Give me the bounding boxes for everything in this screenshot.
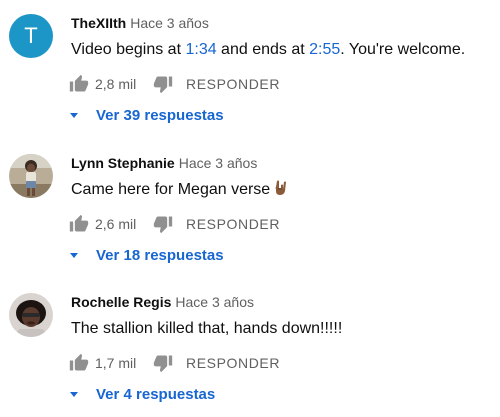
reply-button[interactable]: RESPONDER [186, 355, 280, 371]
avatar[interactable]: T [9, 14, 53, 58]
avatar-photo [9, 154, 53, 198]
thumbs-up-icon [69, 214, 89, 232]
avatar-letter: T [24, 23, 38, 48]
comment-header: Lynn Stephanie Hace 3 años [71, 154, 257, 172]
comment-header: Rochelle Regis Hace 3 años [71, 293, 254, 311]
dislike-button[interactable] [153, 74, 173, 94]
reply-button[interactable]: RESPONDER [186, 216, 280, 232]
thumbs-down-icon [153, 216, 173, 234]
comment-text-part: . You're welcome. [340, 41, 466, 58]
author-name[interactable]: Lynn Stephanie [71, 155, 175, 171]
like-button[interactable] [69, 214, 89, 234]
timestamp-link[interactable]: 1:34 [185, 41, 216, 58]
comment-text: Came here for Megan verse [71, 180, 287, 202]
author-name[interactable]: Rochelle Regis [71, 294, 171, 310]
comment-text-part: Video begins at [71, 41, 186, 58]
caret-down-icon [70, 391, 78, 397]
like-button[interactable] [69, 353, 89, 373]
comment-text-part: and ends at [216, 41, 310, 58]
dislike-button[interactable] [153, 214, 173, 234]
avatar[interactable] [9, 154, 53, 198]
reply-button[interactable]: RESPONDER [186, 76, 280, 92]
comment-thread: Rochelle Regis Hace 3 años The stallion k… [0, 279, 500, 417]
comment-time[interactable]: Hace 3 años [179, 155, 258, 171]
thumbs-up-icon [69, 353, 89, 371]
comment-time[interactable]: Hace 3 años [130, 15, 209, 31]
thumbs-up-icon [69, 74, 89, 92]
like-count: 2,8 mil [95, 76, 137, 92]
thumbs-down-icon [153, 355, 173, 373]
like-count: 1,7 mil [95, 355, 137, 371]
view-replies-button[interactable]: Ver 18 respuestas [68, 245, 224, 265]
like-button[interactable] [69, 74, 89, 94]
comment-text: Video begins at 1:34 and ends at 2:55. Y… [71, 40, 465, 60]
comment-text: The stallion killed that, hands down!!!!… [71, 320, 343, 337]
caret-down-icon [70, 112, 78, 118]
comment-thread: T TheXIIth Hace 3 años Video begins at 1:… [0, 0, 500, 138]
view-replies-label: Ver 39 respuestas [96, 106, 224, 124]
rock-on-hand-emoji-icon [273, 180, 287, 202]
comment-actions: 2,6 mil RESPONDER [69, 214, 280, 234]
comment-thread: Lynn Stephanie Hace 3 años Came here for … [0, 140, 500, 278]
comment-actions: 1,7 mil RESPONDER [69, 353, 280, 373]
view-replies-button[interactable]: Ver 39 respuestas [68, 105, 224, 125]
thumbs-down-icon [153, 76, 173, 94]
avatar[interactable] [9, 293, 53, 337]
view-replies-label: Ver 4 respuestas [96, 385, 216, 403]
comment-text-part: Came here for Megan verse [71, 181, 271, 198]
like-count: 2,6 mil [95, 216, 137, 232]
comment-actions: 2,8 mil RESPONDER [69, 74, 280, 94]
view-replies-label: Ver 18 respuestas [96, 246, 224, 264]
comment-header: TheXIIth Hace 3 años [71, 14, 209, 32]
author-name[interactable]: TheXIIth [71, 15, 126, 31]
avatar-photo [9, 293, 53, 337]
view-replies-button[interactable]: Ver 4 respuestas [68, 384, 215, 404]
timestamp-link[interactable]: 2:55 [309, 41, 340, 58]
comment-time[interactable]: Hace 3 años [175, 294, 254, 310]
dislike-button[interactable] [153, 353, 173, 373]
caret-down-icon [70, 252, 78, 258]
